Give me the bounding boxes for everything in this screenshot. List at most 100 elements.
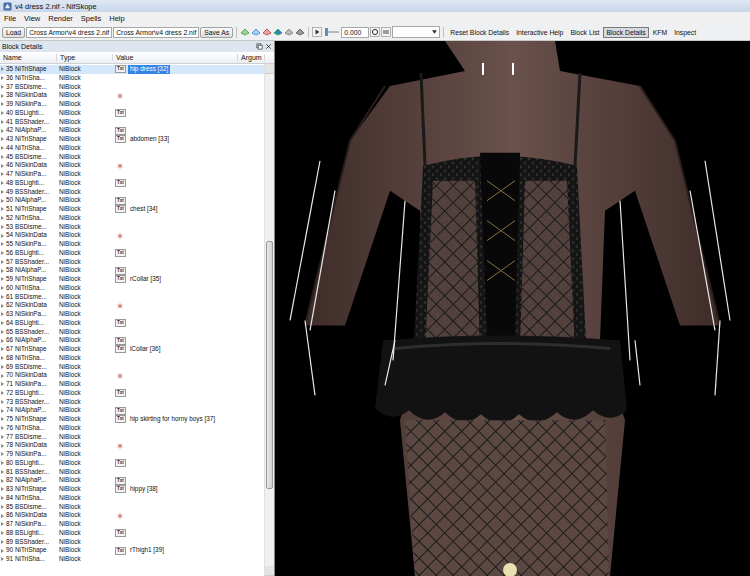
- block-row[interactable]: 87 NiSkinPa... NiBlock: [0, 520, 264, 529]
- block-row[interactable]: 70 NiSkinData NiBlock: [0, 371, 264, 380]
- expand-arrow-icon[interactable]: [1, 400, 4, 404]
- menu-item[interactable]: Render: [44, 14, 77, 23]
- expand-arrow-icon[interactable]: [1, 356, 4, 360]
- render-viewport[interactable]: [275, 41, 750, 576]
- float-icon[interactable]: [256, 43, 263, 50]
- save-path-field[interactable]: Cross Armor\v4 dress 2.nif: [113, 27, 199, 38]
- animation-dropdown[interactable]: [392, 26, 440, 38]
- block-row[interactable]: 54 NiSkinData NiBlock: [0, 231, 264, 240]
- block-row[interactable]: 72 BSLighti... NiBlock Txt: [0, 389, 264, 398]
- expand-arrow-icon[interactable]: [1, 347, 4, 351]
- expand-arrow-icon[interactable]: [1, 286, 4, 290]
- expand-arrow-icon[interactable]: [1, 260, 4, 264]
- render-mode-icon[interactable]: [251, 27, 261, 37]
- menu-item[interactable]: File: [0, 14, 20, 23]
- expand-arrow-icon[interactable]: [1, 522, 4, 526]
- expand-arrow-icon[interactable]: [1, 172, 4, 176]
- expand-arrow-icon[interactable]: [1, 330, 4, 334]
- render-mode-icon[interactable]: [262, 27, 272, 37]
- render-mode-icon[interactable]: [295, 27, 305, 37]
- block-row[interactable]: 46 NiSkinData NiBlock: [0, 161, 264, 170]
- expand-arrow-icon[interactable]: [1, 199, 4, 203]
- expand-arrow-icon[interactable]: [1, 426, 4, 430]
- expand-arrow-icon[interactable]: [1, 487, 4, 491]
- column-title[interactable]: Name: [0, 54, 57, 61]
- expand-arrow-icon[interactable]: [1, 120, 4, 124]
- block-row[interactable]: 55 NiSkinPa... NiBlock: [0, 240, 264, 249]
- block-row[interactable]: 36 NiTriSha... NiBlock: [0, 74, 264, 83]
- block-row[interactable]: 79 NiSkinPa... NiBlock: [0, 450, 264, 459]
- block-row[interactable]: 35 NiTriShape NiBlock Txt hip dress [32]: [0, 65, 264, 74]
- block-row[interactable]: 85 BSDisme... NiBlock: [0, 503, 264, 512]
- expand-arrow-icon[interactable]: [1, 374, 4, 378]
- block-row[interactable]: 68 NiTriSha... NiBlock: [0, 354, 264, 363]
- expand-arrow-icon[interactable]: [1, 277, 4, 281]
- expand-arrow-icon[interactable]: [1, 164, 4, 168]
- expand-arrow-icon[interactable]: [1, 444, 4, 448]
- block-row[interactable]: 40 BSLighti... NiBlock Txt: [0, 109, 264, 118]
- expand-arrow-icon[interactable]: [1, 225, 4, 229]
- expand-arrow-icon[interactable]: [1, 269, 4, 273]
- block-row[interactable]: 71 NiSkinPa... NiBlock: [0, 380, 264, 389]
- block-row[interactable]: 57 BSShader... NiBlock: [0, 258, 264, 267]
- expand-arrow-icon[interactable]: [1, 85, 4, 89]
- expand-arrow-icon[interactable]: [1, 295, 4, 299]
- block-row[interactable]: 82 NiAlphaP... NiBlock Txt: [0, 476, 264, 485]
- expand-arrow-icon[interactable]: [1, 190, 4, 194]
- render-mode-icon[interactable]: [273, 27, 283, 37]
- vertical-scrollbar[interactable]: [264, 64, 274, 576]
- expand-arrow-icon[interactable]: [1, 67, 4, 71]
- expand-arrow-icon[interactable]: [1, 207, 4, 211]
- expand-arrow-icon[interactable]: [1, 251, 4, 255]
- block-row[interactable]: 48 BSLighti... NiBlock Txt: [0, 179, 264, 188]
- block-row[interactable]: 64 BSLighti... NiBlock Txt: [0, 319, 264, 328]
- block-row[interactable]: 89 BSShader... NiBlock: [0, 538, 264, 547]
- block-row[interactable]: 90 NiTriShape NiBlock Txt rThigh1 [39]: [0, 546, 264, 555]
- block-row[interactable]: 43 NiTriShape NiBlock Txt abdomen [33]: [0, 135, 264, 144]
- view-toggle-button[interactable]: Block Details: [603, 27, 648, 38]
- expand-arrow-icon[interactable]: [1, 146, 4, 150]
- block-row[interactable]: 80 BSLighti... NiBlock Txt: [0, 459, 264, 468]
- expand-arrow-icon[interactable]: [1, 409, 4, 413]
- column-title[interactable]: Value: [113, 54, 238, 61]
- view-toggle-button[interactable]: Reset Block Details: [447, 27, 512, 38]
- block-row[interactable]: 50 NiAlphaP... NiBlock Txt: [0, 196, 264, 205]
- menu-item[interactable]: Spells: [77, 14, 105, 23]
- scrollbar-thumb[interactable]: [266, 241, 273, 489]
- block-row[interactable]: 52 NiTriSha... NiBlock: [0, 214, 264, 223]
- expand-arrow-icon[interactable]: [1, 321, 4, 325]
- block-row[interactable]: 51 NiTriShape NiBlock Txt chest [34]: [0, 205, 264, 214]
- expand-arrow-icon[interactable]: [1, 76, 4, 80]
- block-row[interactable]: 39 NiSkinPa... NiBlock: [0, 100, 264, 109]
- block-row[interactable]: 78 NiSkinData NiBlock: [0, 441, 264, 450]
- block-row[interactable]: 69 BSDisme... NiBlock: [0, 363, 264, 372]
- view-toggle-button[interactable]: Interactive Help: [513, 27, 566, 38]
- render-mode-icon[interactable]: [284, 27, 294, 37]
- expand-arrow-icon[interactable]: [1, 155, 4, 159]
- time-slider[interactable]: 0.000: [325, 27, 369, 38]
- block-row[interactable]: 65 BSShader... NiBlock: [0, 328, 264, 337]
- expand-arrow-icon[interactable]: [1, 94, 4, 98]
- expand-arrow-icon[interactable]: [1, 417, 4, 421]
- expand-arrow-icon[interactable]: [1, 435, 4, 439]
- view-toggle-button[interactable]: KFM: [650, 27, 670, 38]
- block-row[interactable]: 66 NiAlphaP... NiBlock Txt: [0, 336, 264, 345]
- block-row[interactable]: 38 NiSkinData NiBlock: [0, 91, 264, 100]
- expand-arrow-icon[interactable]: [1, 549, 4, 553]
- expand-arrow-icon[interactable]: [1, 557, 4, 561]
- block-row[interactable]: 67 NiTriShape NiBlock Txt lCollar [36]: [0, 345, 264, 354]
- view-toggle-button[interactable]: Block List: [567, 27, 602, 38]
- block-row[interactable]: 86 NiSkinData NiBlock: [0, 511, 264, 520]
- block-row[interactable]: 44 NiTriSha... NiBlock: [0, 144, 264, 153]
- expand-arrow-icon[interactable]: [1, 391, 4, 395]
- expand-arrow-icon[interactable]: [1, 111, 4, 115]
- block-row[interactable]: 42 NiAlphaP... NiBlock Txt: [0, 126, 264, 135]
- block-row[interactable]: 63 NiSkinPa... NiBlock: [0, 310, 264, 319]
- play-icon[interactable]: [312, 27, 322, 37]
- block-row[interactable]: 77 BSDisme... NiBlock: [0, 433, 264, 442]
- expand-arrow-icon[interactable]: [1, 461, 4, 465]
- block-row[interactable]: 45 BSDisme... NiBlock: [0, 153, 264, 162]
- expand-arrow-icon[interactable]: [1, 242, 4, 246]
- block-row[interactable]: 41 BSShader... NiBlock: [0, 118, 264, 127]
- block-row[interactable]: 62 NiSkinData NiBlock: [0, 301, 264, 310]
